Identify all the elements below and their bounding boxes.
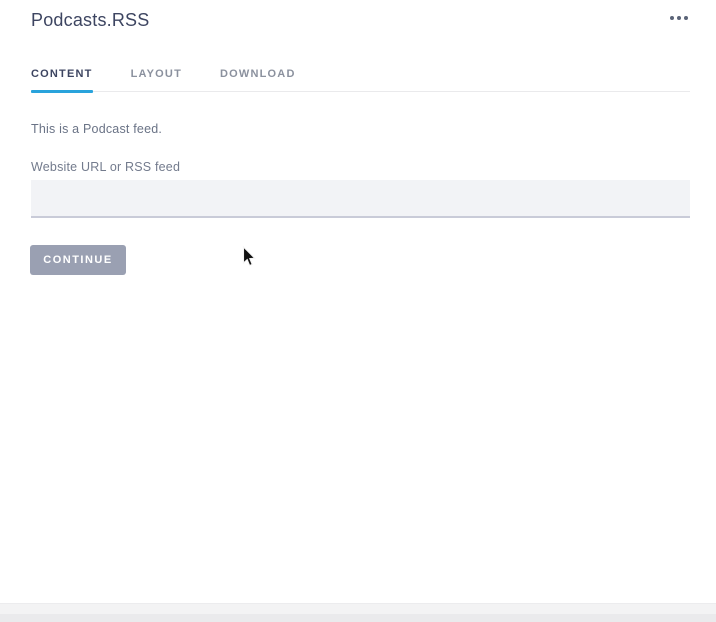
tab-layout[interactable]: LAYOUT [131,68,182,91]
continue-button[interactable]: CONTINUE [30,245,126,275]
page-header: Podcasts.RSS [31,8,690,32]
tab-bar: CONTENT LAYOUT DOWNLOAD [31,68,690,93]
tab-content[interactable]: CONTENT [31,68,93,93]
url-field-label: Website URL or RSS feed [31,160,181,174]
dot [677,16,681,20]
dot [684,16,688,20]
podcast-feed-page: Podcasts.RSS CONTENT LAYOUT DOWNLOAD Thi… [0,0,716,622]
website-url-input[interactable] [31,180,690,218]
footer-bar [0,603,716,622]
ellipsis-menu-icon[interactable] [668,10,690,26]
tab-download[interactable]: DOWNLOAD [220,68,296,91]
page-title: Podcasts.RSS [31,10,150,30]
mouse-cursor-icon [242,246,256,267]
dot [670,16,674,20]
feed-description-text: This is a Podcast feed. [31,122,163,136]
footer-bar-top [0,603,716,614]
footer-bar-bottom [0,614,716,622]
